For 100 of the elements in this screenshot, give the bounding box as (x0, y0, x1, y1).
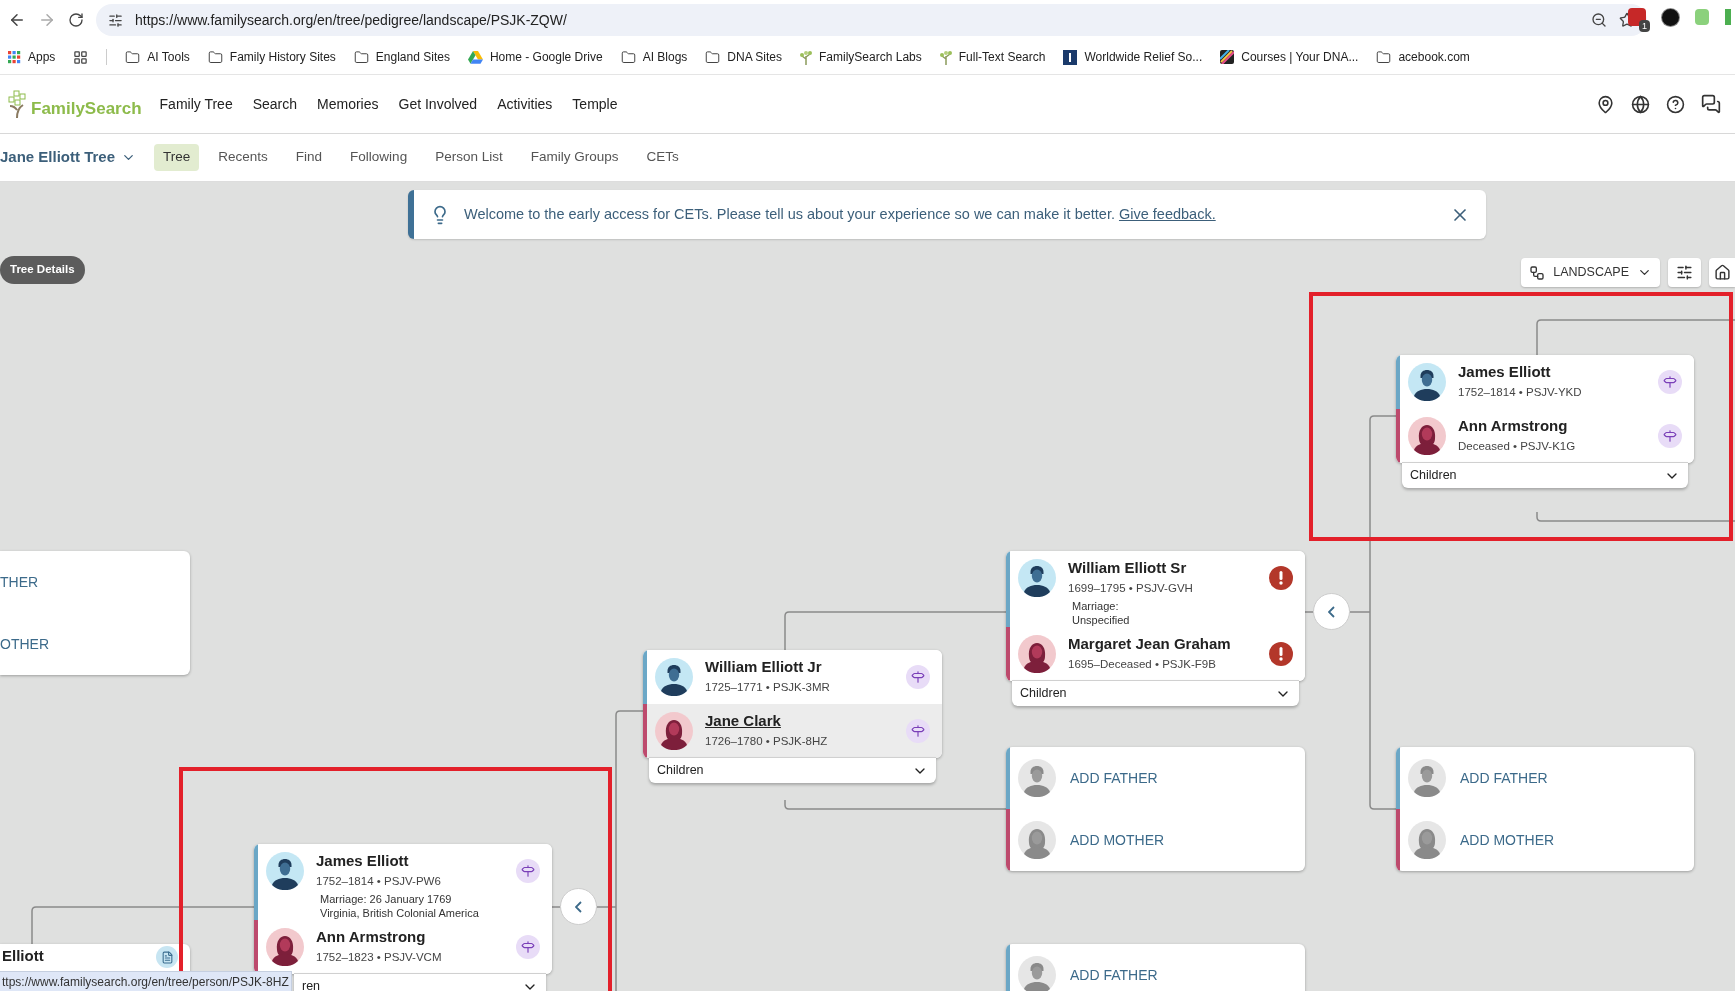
add-parent-link[interactable]: ADD FATHER (1070, 964, 1158, 986)
tree-tab[interactable]: Family Groups (521, 144, 628, 171)
bookmark-item[interactable]: England Sites (353, 48, 450, 66)
add-parent-link[interactable]: OTHER (0, 633, 49, 655)
back-icon[interactable] (8, 11, 26, 29)
nav-link[interactable]: Activities (497, 93, 553, 115)
bookmark-item[interactable]: acebook.com (1376, 48, 1470, 66)
home-icon (1713, 264, 1731, 281)
person-row[interactable]: Ann Armstrong Deceased • PSJV-K1G (1396, 409, 1694, 463)
person-name[interactable]: James Elliott (316, 851, 504, 871)
bookmark-item[interactable]: FamilySearch Labs (800, 48, 922, 66)
zoom-icon[interactable] (1591, 12, 1607, 28)
bookmark-star-icon[interactable] (1619, 12, 1635, 28)
reload-icon[interactable] (68, 12, 84, 28)
person-row[interactable]: Margaret Jean Graham 1695–Deceased • PSJK-F9B (1006, 627, 1305, 681)
nav-link[interactable]: Memories (317, 93, 379, 115)
bookmark-item[interactable]: Home - Google Drive (467, 48, 603, 66)
tree-layout-icon (1529, 264, 1546, 281)
link-preview-tooltip: ttps://www.familysearch.org/en/tree/person/PSJK-8HZ (0, 971, 292, 991)
bookmark-item[interactable]: DNA Sites (705, 48, 782, 66)
nav-link[interactable]: Temple (572, 93, 618, 115)
person-name[interactable]: James Elliott (1458, 362, 1646, 382)
children-dropdown[interactable]: Children (1402, 462, 1688, 488)
person-name[interactable]: Margaret Jean Graham (1068, 634, 1257, 654)
chevron-left-icon (575, 900, 582, 913)
children-dropdown[interactable]: ren (294, 973, 546, 991)
person-name[interactable]: Ann Armstrong (316, 927, 504, 947)
person-row[interactable]: Jane Clark 1726–1780 • PSJK-8HZ (643, 704, 942, 758)
person-details: 1752–1823 • PSJV-VCM (316, 950, 443, 965)
tree-tab[interactable]: Person List (426, 144, 512, 171)
home-button[interactable] (1709, 258, 1735, 287)
tree-details-button[interactable]: Tree Details (0, 256, 85, 284)
person-row[interactable]: Ann Armstrong 1752–1823 • PSJV-VCM (254, 920, 552, 974)
person-row[interactable]: William Elliott Jr 1725–1771 • PSJK-3MR (643, 650, 942, 704)
feedback-link[interactable]: Give feedback. (1118, 205, 1216, 222)
silhouette-avatar-icon (1018, 759, 1056, 797)
tree-selector[interactable]: Jane Elliott Tree (0, 146, 137, 169)
bookmark-item[interactable]: AI Tools (125, 48, 190, 66)
tree-tab[interactable]: Find (286, 144, 332, 171)
person-name[interactable]: Jane Clark (705, 711, 894, 731)
tree-tab[interactable]: Recents (209, 144, 277, 171)
person-row[interactable]: James Elliott 1752–1814 • PSJV-YKD (1396, 355, 1694, 409)
add-parent-link[interactable]: ADD MOTHER (1460, 829, 1555, 851)
bookmark-item[interactable]: Full-Text Search (939, 48, 1046, 66)
sliders-icon (1676, 264, 1693, 281)
silhouette-avatar-icon (1018, 956, 1056, 991)
person-details: 1752–1814 • PSJV-YKD (1458, 385, 1583, 400)
signpost-icon[interactable] (906, 665, 930, 689)
signpost-icon[interactable] (1658, 370, 1682, 394)
bookmark-item[interactable]: AI Blogs (620, 48, 688, 66)
collapse-button[interactable] (1313, 593, 1350, 630)
person-details: Deceased • PSJV-K1G (1458, 439, 1577, 454)
bookmark-item[interactable]: Worldwide Relief So... (1063, 48, 1203, 66)
map-pin-icon[interactable] (1596, 94, 1615, 114)
bookmark-item[interactable]: Courses | Your DNA... (1220, 48, 1359, 66)
collapse-button[interactable] (560, 888, 597, 925)
nav-link[interactable]: Get Involved (398, 93, 478, 115)
alert-icon[interactable] (1269, 642, 1293, 666)
document-icon[interactable] (156, 946, 178, 968)
triangle-logo-icon (467, 50, 483, 64)
nav-link[interactable]: Search (252, 93, 298, 115)
nav-link[interactable]: Family Tree (159, 93, 233, 115)
emblem-icon (1063, 49, 1078, 65)
person-name[interactable]: Elliott (0, 946, 44, 966)
folder-icon (620, 49, 636, 65)
folder-icon (705, 49, 721, 65)
bookmark-item[interactable]: Family History Sites (207, 48, 336, 66)
signpost-icon[interactable] (1658, 424, 1682, 448)
signpost-icon[interactable] (516, 935, 540, 959)
layout-dropdown[interactable]: LANDSCAPE (1521, 258, 1660, 287)
person-name[interactable]: Ann Armstrong (1458, 416, 1646, 436)
folder-icon (207, 49, 223, 65)
person-details: 1752–1814 • PSJV-PW6 (316, 874, 442, 889)
children-dropdown[interactable]: Children (649, 757, 936, 783)
children-dropdown[interactable]: Children (1012, 680, 1299, 706)
filter-button[interactable] (1668, 258, 1701, 287)
alert-icon[interactable] (1269, 566, 1293, 590)
person-avatar-icon (1408, 417, 1446, 455)
add-parent-link[interactable]: ADD FATHER (1070, 767, 1158, 789)
chat-icon[interactable] (1701, 94, 1721, 114)
chevron-left-icon (1328, 605, 1335, 618)
tree-tab[interactable]: CETs (637, 144, 688, 171)
globe-icon[interactable] (1631, 94, 1650, 114)
add-parent-link[interactable]: ADD MOTHER (1070, 829, 1165, 851)
tree-tab[interactable]: Following (341, 144, 417, 171)
add-parent-link[interactable]: THER (0, 571, 39, 593)
connector-line (1304, 611, 1314, 613)
grid-icon[interactable] (73, 49, 89, 65)
bookmark-item[interactable]: Apps (8, 48, 56, 66)
add-parent-link[interactable]: ADD FATHER (1460, 767, 1548, 789)
help-icon[interactable] (1666, 94, 1685, 114)
signpost-icon[interactable] (516, 859, 540, 883)
person-avatar-icon (1018, 559, 1056, 597)
person-name[interactable]: William Elliott Sr (1068, 558, 1257, 578)
connector-line (551, 906, 561, 908)
extension-icon[interactable] (1662, 8, 1679, 26)
site-settings-icon[interactable] (108, 12, 123, 28)
signpost-icon[interactable] (906, 719, 930, 743)
person-name[interactable]: William Elliott Jr (705, 657, 894, 677)
tree-tab[interactable]: Tree (154, 144, 200, 171)
